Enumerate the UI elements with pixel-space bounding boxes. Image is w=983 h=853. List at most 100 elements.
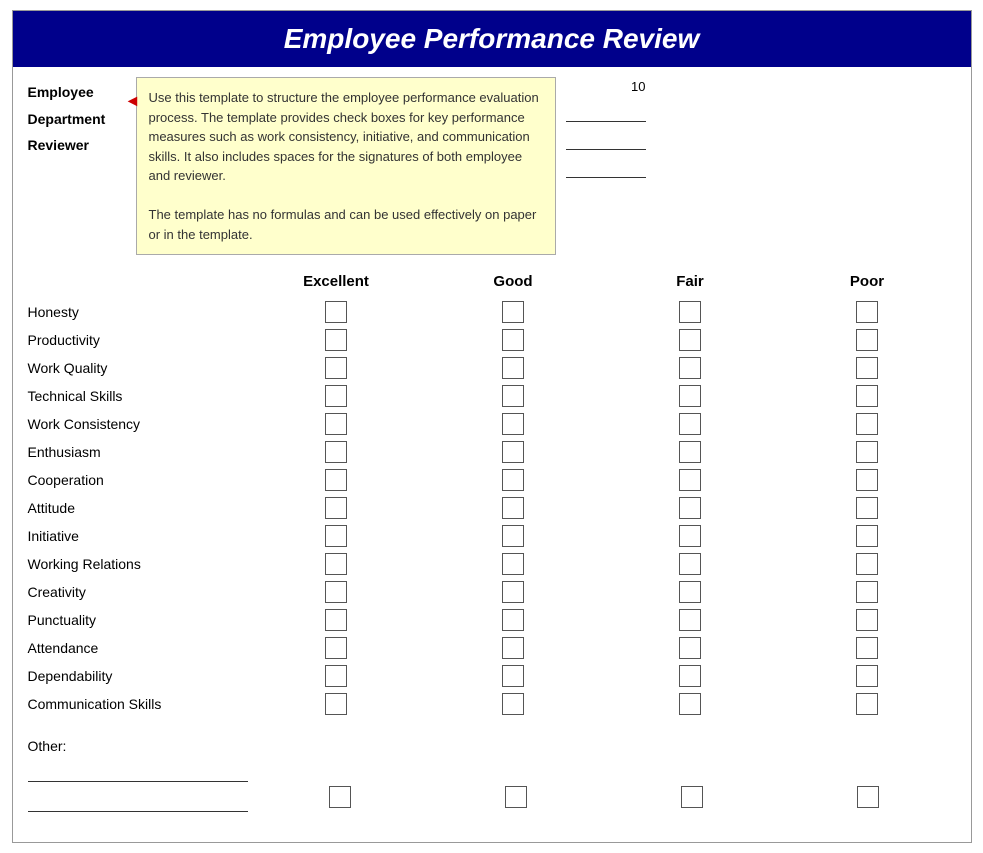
- date-line-1[interactable]: [566, 100, 646, 122]
- checkbox-poor-9[interactable]: [856, 553, 878, 575]
- checkbox-good-7[interactable]: [502, 497, 524, 519]
- checkbox-excellent-11[interactable]: [325, 609, 347, 631]
- criteria-row: Cooperation: [28, 466, 956, 494]
- checkbox-cell-excellent-1: [296, 329, 376, 351]
- checkbox-poor-3[interactable]: [856, 385, 878, 407]
- checkbox-excellent-7[interactable]: [325, 497, 347, 519]
- checkbox-excellent-13[interactable]: [325, 665, 347, 687]
- checkbox-cell-excellent-9: [296, 553, 376, 575]
- checkbox-good-3[interactable]: [502, 385, 524, 407]
- checkbox-good-4[interactable]: [502, 413, 524, 435]
- checkbox-good-2[interactable]: [502, 357, 524, 379]
- other-label: Other:: [28, 738, 956, 754]
- checkbox-poor-14[interactable]: [856, 693, 878, 715]
- header-spacer: [28, 273, 248, 290]
- checkbox-cell-fair-6: [650, 469, 730, 491]
- checkbox-good-12[interactable]: [502, 637, 524, 659]
- other-checkbox-fair-box[interactable]: [681, 786, 703, 808]
- criteria-row: Work Consistency: [28, 410, 956, 438]
- checkbox-fair-12[interactable]: [679, 637, 701, 659]
- other-checkbox-excellent: [300, 786, 380, 808]
- criteria-label-6: Cooperation: [28, 472, 248, 488]
- checkbox-fair-3[interactable]: [679, 385, 701, 407]
- criteria-row: Creativity: [28, 578, 956, 606]
- checkbox-cell-good-0: [473, 301, 553, 323]
- checkbox-good-13[interactable]: [502, 665, 524, 687]
- checkbox-excellent-12[interactable]: [325, 637, 347, 659]
- checkbox-fair-9[interactable]: [679, 553, 701, 575]
- checkbox-excellent-2[interactable]: [325, 357, 347, 379]
- checkbox-poor-13[interactable]: [856, 665, 878, 687]
- checkbox-cell-fair-3: [650, 385, 730, 407]
- checkbox-poor-4[interactable]: [856, 413, 878, 435]
- other-checkbox-excellent-box[interactable]: [329, 786, 351, 808]
- checkbox-poor-5[interactable]: [856, 441, 878, 463]
- checkbox-poor-12[interactable]: [856, 637, 878, 659]
- criteria-row: Attendance: [28, 634, 956, 662]
- criteria-row: Dependability: [28, 662, 956, 690]
- checkbox-good-0[interactable]: [502, 301, 524, 323]
- checkbox-fair-4[interactable]: [679, 413, 701, 435]
- checkbox-poor-10[interactable]: [856, 581, 878, 603]
- checkbox-excellent-4[interactable]: [325, 413, 347, 435]
- checkbox-cell-poor-4: [827, 413, 907, 435]
- other-checkbox-poor: [828, 786, 908, 808]
- checkbox-good-14[interactable]: [502, 693, 524, 715]
- criteria-checkboxes-14: [248, 693, 956, 715]
- checkbox-excellent-8[interactable]: [325, 525, 347, 547]
- checkbox-cell-poor-12: [827, 637, 907, 659]
- checkbox-fair-6[interactable]: [679, 469, 701, 491]
- checkbox-cell-fair-1: [650, 329, 730, 351]
- checkbox-excellent-6[interactable]: [325, 469, 347, 491]
- checkbox-cell-fair-9: [650, 553, 730, 575]
- checkbox-fair-7[interactable]: [679, 497, 701, 519]
- other-checkbox-good-box[interactable]: [505, 786, 527, 808]
- checkbox-excellent-14[interactable]: [325, 693, 347, 715]
- checkbox-excellent-1[interactable]: [325, 329, 347, 351]
- checkbox-fair-0[interactable]: [679, 301, 701, 323]
- checkbox-cell-good-12: [473, 637, 553, 659]
- checkbox-excellent-10[interactable]: [325, 581, 347, 603]
- checkbox-poor-2[interactable]: [856, 357, 878, 379]
- date-line-3[interactable]: [566, 156, 646, 178]
- checkbox-poor-11[interactable]: [856, 609, 878, 631]
- checkbox-cell-poor-5: [827, 441, 907, 463]
- criteria-row: Productivity: [28, 326, 956, 354]
- checkbox-excellent-9[interactable]: [325, 553, 347, 575]
- other-line-2[interactable]: [28, 792, 248, 812]
- criteria-label-2: Work Quality: [28, 360, 248, 376]
- checkbox-excellent-3[interactable]: [325, 385, 347, 407]
- checkbox-good-9[interactable]: [502, 553, 524, 575]
- checkbox-poor-1[interactable]: [856, 329, 878, 351]
- checkbox-cell-excellent-4: [296, 413, 376, 435]
- checkbox-good-5[interactable]: [502, 441, 524, 463]
- checkbox-poor-0[interactable]: [856, 301, 878, 323]
- checkbox-fair-11[interactable]: [679, 609, 701, 631]
- checkbox-fair-2[interactable]: [679, 357, 701, 379]
- checkbox-poor-6[interactable]: [856, 469, 878, 491]
- checkbox-fair-1[interactable]: [679, 329, 701, 351]
- checkbox-good-6[interactable]: [502, 469, 524, 491]
- criteria-label-12: Attendance: [28, 640, 248, 656]
- checkbox-good-11[interactable]: [502, 609, 524, 631]
- checkbox-fair-10[interactable]: [679, 581, 701, 603]
- checkbox-excellent-5[interactable]: [325, 441, 347, 463]
- date-line-2[interactable]: [566, 128, 646, 150]
- checkbox-fair-5[interactable]: [679, 441, 701, 463]
- checkbox-poor-8[interactable]: [856, 525, 878, 547]
- other-content: [28, 762, 956, 812]
- checkbox-cell-good-2: [473, 357, 553, 379]
- other-lines: [28, 762, 248, 812]
- checkbox-fair-13[interactable]: [679, 665, 701, 687]
- other-checkbox-poor-box[interactable]: [857, 786, 879, 808]
- checkbox-cell-good-14: [473, 693, 553, 715]
- checkbox-good-10[interactable]: [502, 581, 524, 603]
- checkbox-poor-7[interactable]: [856, 497, 878, 519]
- checkbox-fair-8[interactable]: [679, 525, 701, 547]
- checkbox-fair-14[interactable]: [679, 693, 701, 715]
- col-excellent: Excellent: [296, 273, 376, 290]
- checkbox-good-8[interactable]: [502, 525, 524, 547]
- checkbox-excellent-0[interactable]: [325, 301, 347, 323]
- checkbox-good-1[interactable]: [502, 329, 524, 351]
- other-line-1[interactable]: [28, 762, 248, 782]
